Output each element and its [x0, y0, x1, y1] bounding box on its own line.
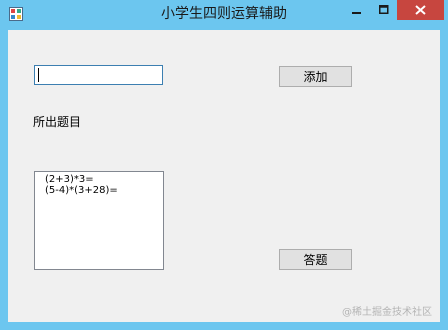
app-window: 小学生四则运算辅助 添加 所出题目 (2+3)*3= (5-4)*(3+28)=	[0, 0, 448, 330]
maximize-icon	[378, 5, 388, 14]
maximize-button[interactable]	[370, 0, 397, 20]
minimize-icon	[351, 12, 361, 14]
title-bar[interactable]: 小学生四则运算辅助	[0, 0, 448, 30]
form-client-area: 添加 所出题目 (2+3)*3= (5-4)*(3+28)= 答题 @稀土掘金技…	[8, 30, 440, 322]
text-caret	[38, 68, 39, 82]
minimize-button[interactable]	[343, 0, 370, 20]
close-button[interactable]	[397, 0, 444, 20]
question-input[interactable]	[34, 65, 163, 85]
close-icon	[415, 5, 426, 15]
add-button[interactable]: 添加	[279, 66, 352, 87]
questions-listbox[interactable]: (2+3)*3= (5-4)*(3+28)=	[34, 171, 164, 270]
list-item[interactable]: (5-4)*(3+28)=	[45, 185, 163, 196]
list-item[interactable]: (2+3)*3=	[45, 174, 163, 185]
questions-label: 所出题目	[33, 115, 82, 129]
app-icon[interactable]	[9, 7, 23, 21]
answer-button[interactable]: 答题	[279, 249, 352, 270]
watermark-text: @稀土掘金技术社区	[342, 307, 432, 318]
